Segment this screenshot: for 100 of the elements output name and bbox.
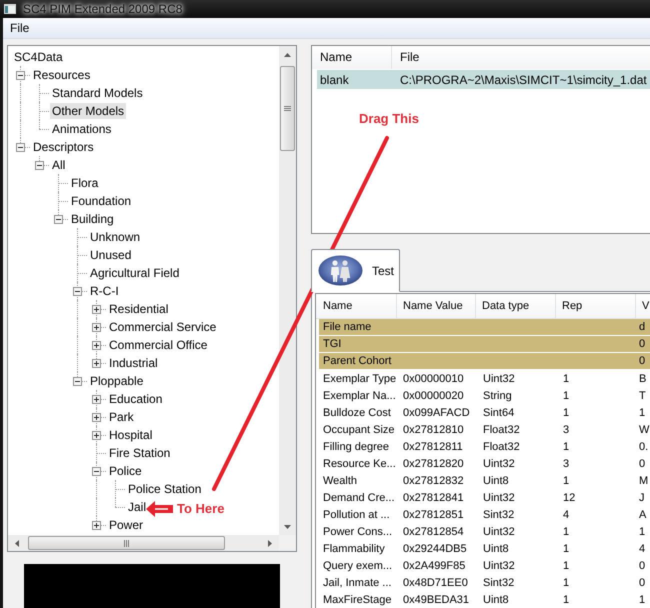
column-header[interactable]: Name bbox=[312, 46, 392, 69]
table-cell-text: 1 bbox=[638, 592, 646, 608]
minus-icon[interactable] bbox=[92, 467, 101, 476]
column-header[interactable]: File bbox=[392, 46, 650, 69]
minus-icon[interactable] bbox=[16, 71, 25, 80]
file-row[interactable]: blank C:\PROGRA~2\Maxis\SIMCIT~1\simcity_1.dat bbox=[317, 70, 650, 89]
scroll-down-icon[interactable] bbox=[284, 525, 291, 529]
column-header[interactable]: Data type bbox=[476, 294, 556, 318]
table-cell-text: Query exem... bbox=[322, 558, 394, 574]
tree-item[interactable]: Hospital bbox=[107, 427, 154, 443]
column-header[interactable]: V bbox=[636, 294, 650, 318]
tree-item[interactable]: Flora bbox=[69, 175, 100, 191]
table-cell-text: String bbox=[482, 388, 513, 404]
tree-item[interactable]: R-C-I bbox=[88, 283, 121, 299]
horizontal-scrollbar[interactable] bbox=[8, 535, 279, 551]
tree-item[interactable]: Fire Station bbox=[107, 445, 172, 461]
table-cell-text: Filling degree bbox=[322, 440, 390, 454]
column-header[interactable]: Name bbox=[316, 294, 397, 318]
table-cell-text: d bbox=[638, 320, 646, 335]
vertical-scrollbar[interactable] bbox=[279, 46, 296, 535]
table-cell-text: Resource Ke... bbox=[322, 456, 397, 472]
minus-icon[interactable] bbox=[35, 161, 44, 170]
table-cell-text: Bulldoze Cost bbox=[322, 406, 392, 420]
tree-item[interactable]: Jail bbox=[126, 499, 148, 515]
tree-item[interactable]: Commercial Service bbox=[107, 319, 218, 335]
plus-icon[interactable] bbox=[92, 305, 101, 314]
file-name: blank bbox=[319, 72, 350, 88]
table-cell-text: Sint32 bbox=[482, 508, 516, 522]
table-row[interactable]: Parent Cohort 0 bbox=[319, 353, 650, 370]
table-cell-text: 3 bbox=[562, 422, 570, 438]
minus-icon[interactable] bbox=[16, 143, 25, 152]
table-cell-text: Exemplar Na... bbox=[322, 388, 397, 404]
minus-icon[interactable] bbox=[73, 287, 82, 296]
tree-item[interactable]: Residential bbox=[107, 301, 170, 317]
tree-item[interactable]: Descriptors bbox=[31, 139, 96, 155]
table-cell-text: TGI bbox=[322, 337, 342, 352]
table-cell-text: 0 bbox=[638, 354, 646, 369]
table-cell-text: Demand Cre... bbox=[322, 490, 396, 506]
scroll-up-icon[interactable] bbox=[284, 53, 291, 57]
column-header[interactable]: Rep bbox=[556, 294, 636, 318]
tree-item[interactable]: Industrial bbox=[107, 355, 160, 371]
minus-icon[interactable] bbox=[73, 377, 82, 386]
table-cell-text: Sint32 bbox=[482, 576, 516, 590]
tree-item[interactable]: Park bbox=[107, 409, 136, 425]
table-cell-text: Sint64 bbox=[482, 406, 516, 420]
table-cell-text: B bbox=[638, 372, 648, 386]
table-cell-text: Uint32 bbox=[482, 490, 516, 506]
tree-item[interactable]: Standard Models bbox=[50, 85, 145, 101]
plus-icon[interactable] bbox=[92, 395, 101, 404]
table-cell-text: Parent Cohort bbox=[322, 354, 392, 369]
column-header[interactable]: Name Value bbox=[397, 294, 476, 318]
tree-item[interactable]: Foundation bbox=[69, 193, 134, 209]
table-cell-text: 0x27812820 bbox=[402, 456, 465, 472]
plus-icon[interactable] bbox=[92, 323, 101, 332]
table-cell-text: 0x49BEDA31 bbox=[402, 592, 470, 608]
tree-item[interactable]: Power bbox=[107, 517, 146, 533]
tree-item[interactable]: Building bbox=[69, 211, 116, 227]
table-row[interactable]: File name d bbox=[319, 319, 650, 336]
plus-icon[interactable] bbox=[92, 341, 101, 350]
table-cell-text: 0x2A499F85 bbox=[402, 558, 466, 574]
scroll-left-icon[interactable] bbox=[15, 540, 19, 546]
plus-icon[interactable] bbox=[92, 431, 101, 440]
tree-item[interactable]: Other Models bbox=[50, 103, 126, 119]
tree-item[interactable]: All bbox=[50, 157, 68, 173]
table-cell-text: 0x27812841 bbox=[402, 490, 465, 506]
table-cell-text: 1 bbox=[562, 576, 570, 590]
plus-icon[interactable] bbox=[92, 359, 101, 368]
menu-item[interactable]: File bbox=[4, 19, 36, 37]
tree-item[interactable]: Ploppable bbox=[88, 373, 146, 389]
plus-icon[interactable] bbox=[92, 521, 101, 530]
tree-item[interactable]: Agricultural Field bbox=[88, 265, 182, 281]
tree-item[interactable]: Police bbox=[107, 463, 144, 479]
table-cell-text: Jail, Inmate ... bbox=[322, 576, 392, 590]
tree-item[interactable]: SC4Data bbox=[12, 49, 65, 65]
table-cell-text: File name bbox=[322, 320, 372, 335]
table-cell-text: 0 bbox=[638, 558, 646, 574]
tree-item[interactable]: Police Station bbox=[126, 481, 204, 497]
tree-item[interactable]: Education bbox=[107, 391, 164, 407]
scrollbar-corner bbox=[279, 535, 296, 551]
scrollbar-thumb[interactable] bbox=[28, 536, 225, 550]
table-cell-text: 1 bbox=[562, 592, 570, 608]
tree-item[interactable]: Unknown bbox=[88, 229, 142, 245]
minus-icon[interactable] bbox=[54, 215, 63, 224]
table-cell-text: 4 bbox=[638, 542, 646, 556]
table-cell-text: 1 bbox=[562, 474, 570, 488]
tree-item[interactable]: Animations bbox=[50, 121, 114, 137]
grip-icon bbox=[284, 106, 291, 111]
table-row[interactable]: TGI 0 bbox=[319, 336, 650, 353]
tree-item[interactable]: Unused bbox=[88, 247, 134, 263]
table-cell-text: 0 bbox=[638, 456, 646, 472]
tree-item[interactable]: Commercial Office bbox=[107, 337, 210, 353]
tree-item[interactable]: Resources bbox=[31, 67, 92, 83]
table-cell-text: 1 bbox=[562, 524, 570, 540]
table-cell-text: 1 bbox=[562, 558, 570, 574]
table-cell-text: Exemplar Type bbox=[322, 372, 398, 386]
scrollbar-thumb[interactable] bbox=[280, 66, 295, 151]
plus-icon[interactable] bbox=[92, 413, 101, 422]
tab[interactable]: Test bbox=[311, 249, 400, 292]
scroll-right-icon[interactable] bbox=[268, 540, 272, 546]
table-cell-text: 1 bbox=[562, 440, 570, 454]
